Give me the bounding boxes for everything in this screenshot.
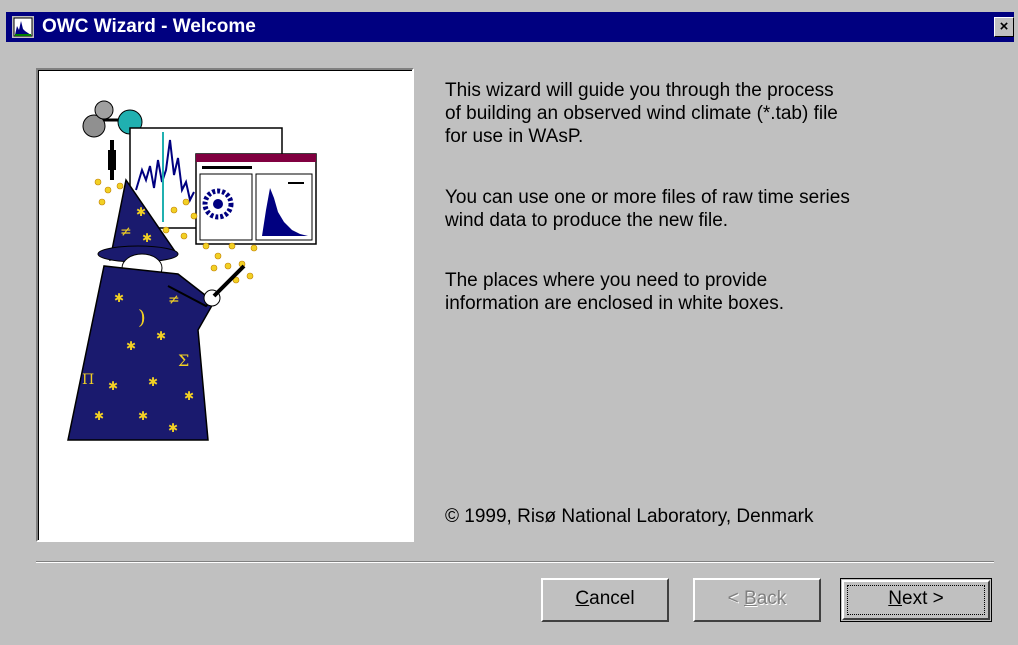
svg-text:✱: ✱ (184, 389, 194, 403)
chart-icon (12, 16, 34, 38)
svg-text:): ) (138, 305, 146, 329)
cancel-label: ancel (589, 588, 635, 609)
close-icon: × (999, 18, 1009, 35)
svg-text:✱: ✱ (136, 205, 146, 219)
svg-text:Σ: Σ (178, 351, 189, 370)
input-files-line: You can use one or more files of raw tim… (445, 187, 850, 208)
cancel-button[interactable]: Cancel (541, 578, 669, 622)
intro-line: for use in WAsP. (445, 126, 584, 147)
next-label: ext > (902, 588, 944, 609)
back-prefix: < (727, 588, 745, 609)
statistics-window-icon (195, 153, 317, 245)
wizard-window: OWC Wizard - Welcome × ≠ ✱ ✱ ✱) ≠ ✱ ✱ Σ… (0, 0, 1018, 645)
title-bar[interactable]: OWC Wizard - Welcome × (6, 12, 1014, 42)
intro-paragraph: This wizard will guide you through the p… (445, 79, 965, 148)
svg-text:✱: ✱ (114, 291, 124, 305)
cancel-mnemonic: C (575, 588, 590, 609)
svg-text:✱: ✱ (168, 421, 178, 435)
svg-text:✱: ✱ (108, 379, 118, 393)
close-button[interactable]: × (994, 17, 1014, 37)
svg-text:Π: Π (82, 372, 94, 388)
svg-text:≠: ≠ (168, 292, 180, 308)
next-mnemonic: N (888, 588, 902, 609)
svg-text:✱: ✱ (156, 329, 166, 343)
input-files-line: wind data to produce the new file. (445, 210, 729, 231)
back-button[interactable]: < Back (693, 578, 821, 622)
wizard-illustration: ≠ ✱ ✱ ✱ ) ≠ ✱ ✱ Σ Π ✱ ✱ ✱ ✱ ✱ ✱ (36, 68, 414, 542)
white-boxes-line: The places where you need to provide (445, 270, 768, 291)
svg-text:✱: ✱ (126, 339, 136, 353)
white-boxes-paragraph: The places where you need to provide inf… (445, 269, 965, 315)
svg-text:✱: ✱ (148, 375, 158, 389)
white-boxes-line: information are enclosed in white boxes. (445, 293, 785, 314)
svg-text:≠: ≠ (120, 224, 132, 240)
back-label: ack (756, 588, 787, 609)
input-files-paragraph: You can use one or more files of raw tim… (445, 186, 965, 232)
next-button-text: Next > (841, 579, 991, 619)
svg-text:✱: ✱ (142, 231, 152, 245)
back-mnemonic: B (744, 588, 757, 609)
svg-text:✱: ✱ (94, 409, 104, 423)
copyright-text: © 1999, Risø National Laboratory, Denmar… (445, 506, 814, 527)
button-divider (36, 561, 994, 563)
intro-line: of building an observed wind climate (*.… (445, 103, 838, 124)
next-button[interactable]: Next > (840, 578, 992, 622)
intro-line: This wizard will guide you through the p… (445, 80, 834, 101)
svg-text:✱: ✱ (138, 409, 148, 423)
window-title: OWC Wizard - Welcome (42, 16, 256, 37)
